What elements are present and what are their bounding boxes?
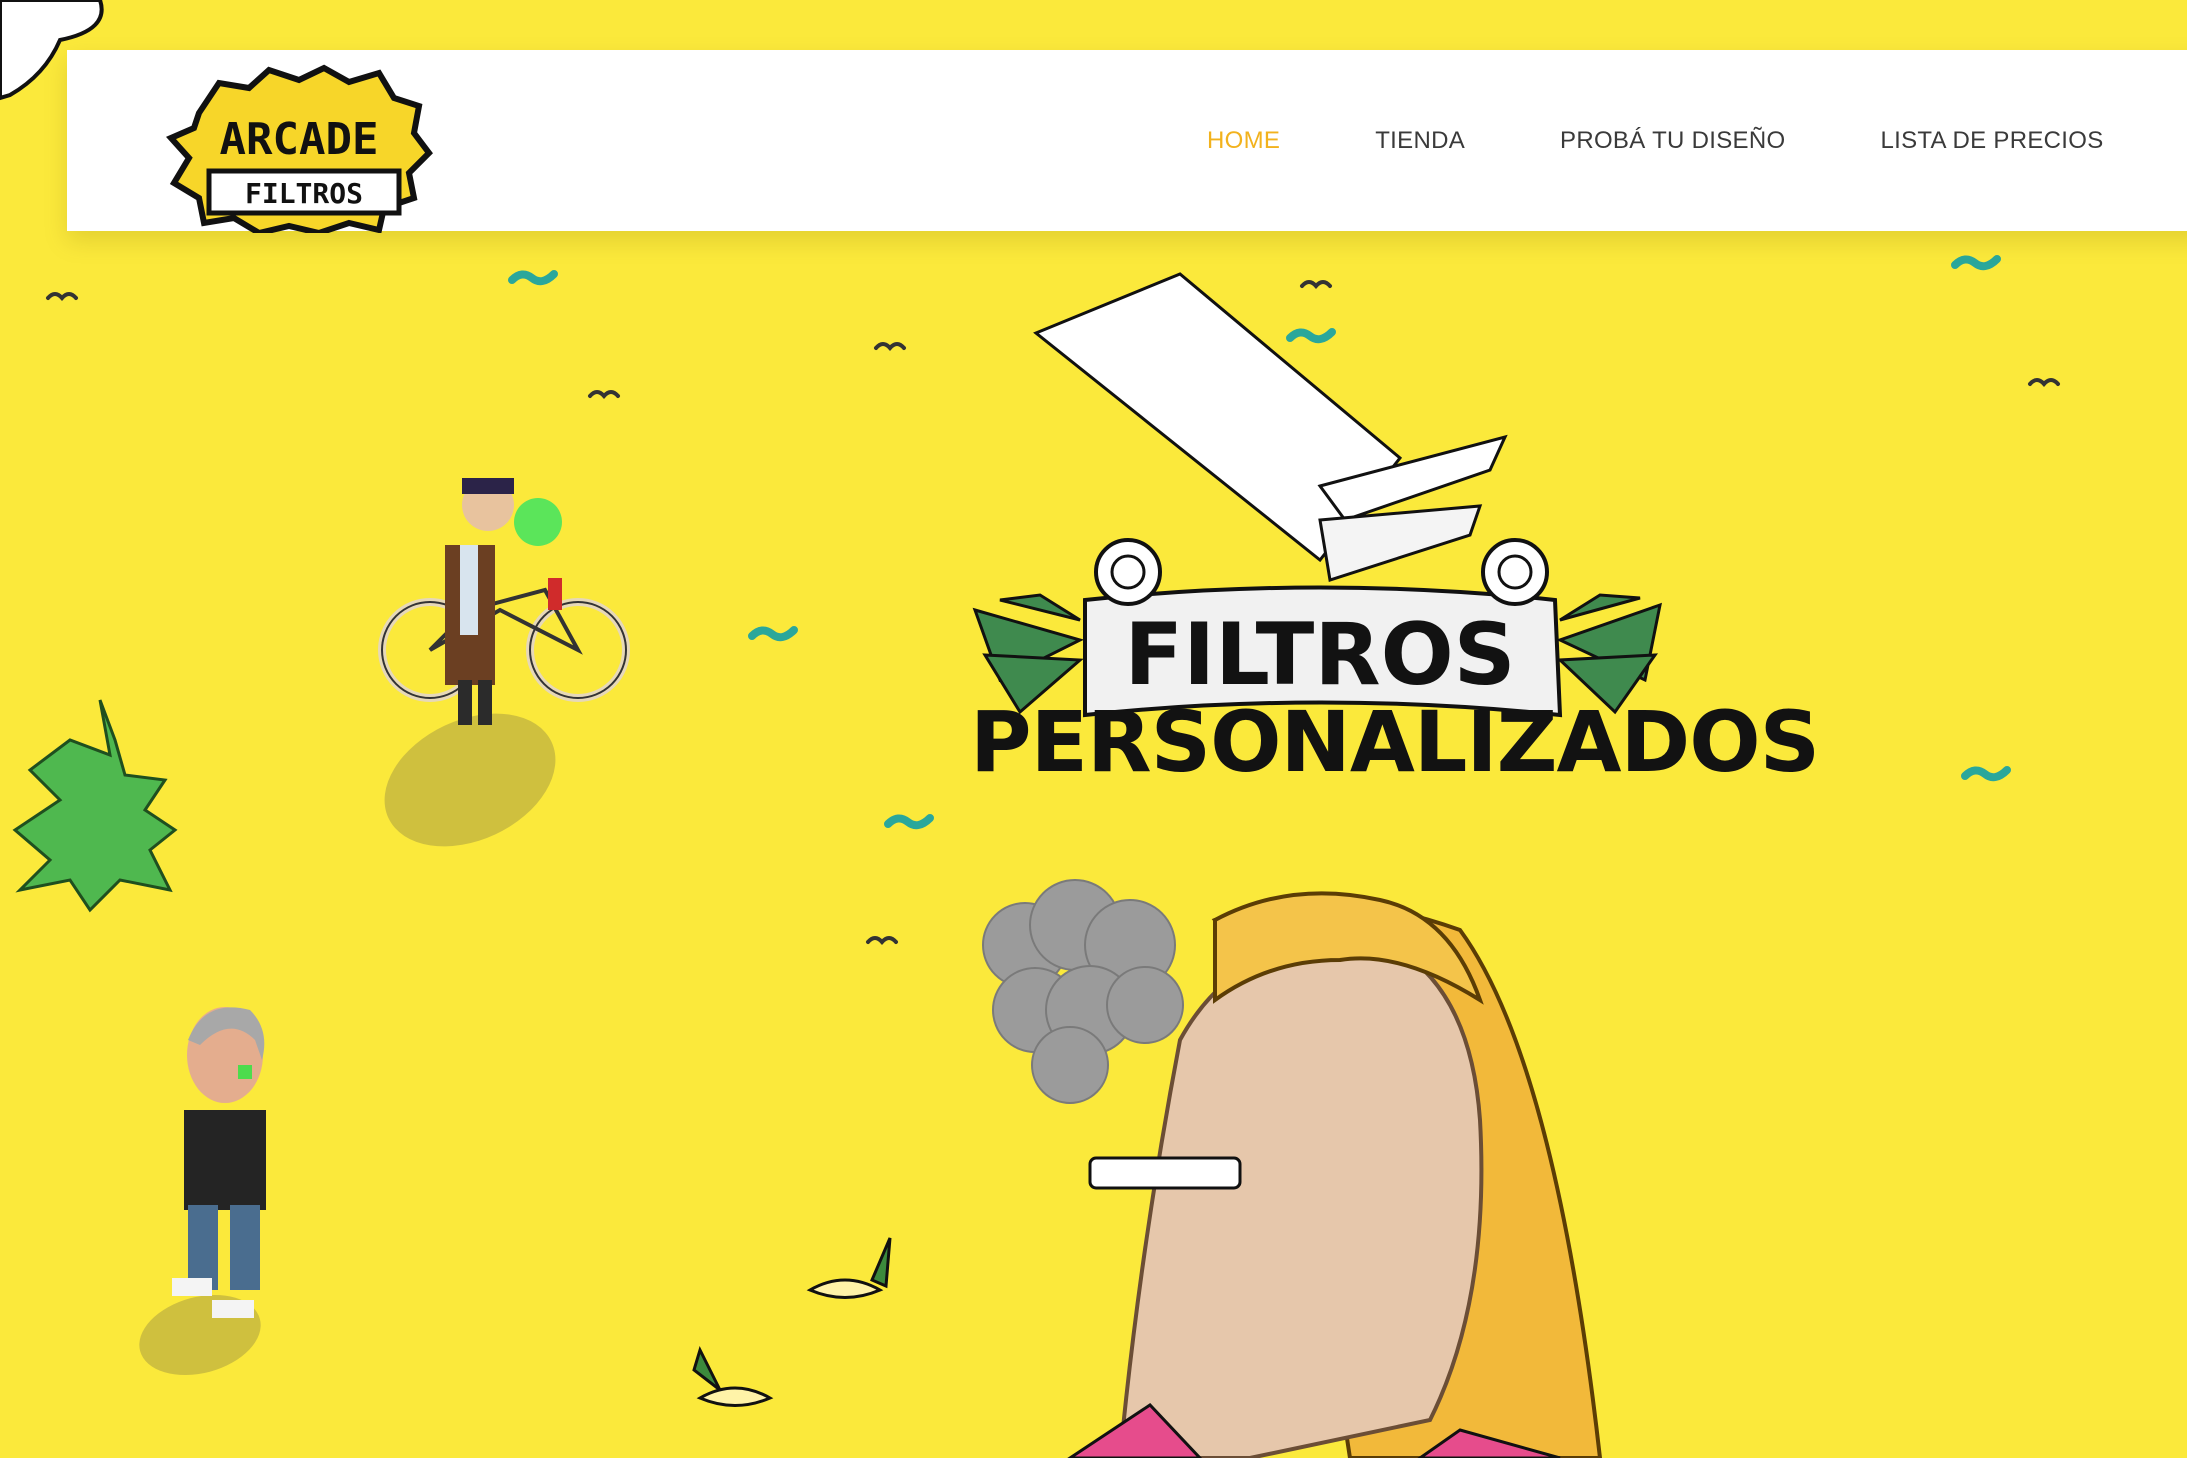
bird-decoration <box>1951 255 2001 271</box>
main-nav: HOME TIENDA PROBÁ TU DISEÑO LISTA DE PRE… <box>1207 50 2187 231</box>
gull-decoration <box>866 936 898 946</box>
bird-decoration <box>508 270 558 286</box>
logo-line1: ARCADE <box>220 114 379 165</box>
gull-decoration <box>46 292 78 302</box>
gull-decoration <box>874 342 906 352</box>
site-header: ARCADE FILTROS HOME TIENDA PROBÁ TU DISE… <box>67 50 2187 237</box>
bird-decoration <box>1286 328 1336 344</box>
bird-decoration <box>884 814 934 830</box>
cyclist-character <box>378 478 630 847</box>
smoking-character <box>982 879 1603 1458</box>
old-man-character <box>139 1007 266 1376</box>
nav-home[interactable]: HOME <box>1207 127 1280 155</box>
nav-tienda[interactable]: TIENDA <box>1375 127 1465 155</box>
nav-proba-tu-diseno[interactable]: PROBÁ TU DISEÑO <box>1560 127 1785 155</box>
plant-bush <box>12 699 178 913</box>
site-logo[interactable]: ARCADE FILTROS <box>159 58 459 237</box>
gull-decoration <box>588 390 620 400</box>
banner-title: FILTROS <box>1124 605 1516 705</box>
gull-decoration <box>2028 378 2060 388</box>
nav-lista-de-precios[interactable]: LISTA DE PRECIOS <box>1880 127 2103 155</box>
hero-title: PERSONALIZADOS <box>970 693 1820 791</box>
bird-decoration <box>1961 766 2011 782</box>
rolling-paper-illustration <box>1033 272 1508 582</box>
fallen-leaves <box>692 1237 892 1407</box>
page: FILTROS PERSONALIZADOS ARCADE FILTROS HO… <box>0 0 2187 1458</box>
gull-decoration <box>1300 280 1332 290</box>
bird-decoration <box>748 626 798 642</box>
logo-line2: FILTROS <box>245 177 363 210</box>
